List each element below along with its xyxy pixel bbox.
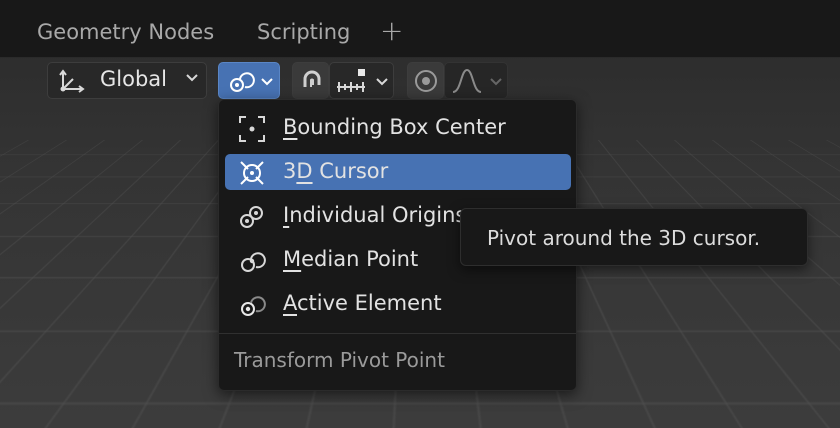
tab-scripting[interactable]: Scripting bbox=[257, 20, 350, 44]
3d-cursor-icon bbox=[240, 161, 264, 185]
add-workspace-button[interactable]: + bbox=[380, 14, 403, 47]
menu-item-label: edian Point bbox=[301, 247, 419, 271]
menu-item-label: ctive Element bbox=[297, 291, 442, 315]
menu-item-label: ndividual Origins bbox=[289, 203, 467, 227]
individual-origins-icon bbox=[240, 206, 263, 228]
menu-item-label-prefix: 3 bbox=[283, 159, 297, 183]
proportional-edit-icon bbox=[415, 70, 437, 92]
chevron-down-icon bbox=[185, 72, 199, 88]
menu-separator bbox=[219, 333, 576, 334]
snap-toggle[interactable] bbox=[292, 62, 329, 99]
mnemonic-letter: A bbox=[283, 291, 297, 315]
proportional-edit-toggle[interactable] bbox=[407, 62, 444, 99]
pivot-point-icon bbox=[230, 72, 255, 92]
menu-item-bounding-box-center[interactable]: Bounding Box Center bbox=[225, 110, 571, 146]
chevron-down-icon bbox=[376, 78, 388, 86]
falloff-curve-icon bbox=[452, 68, 482, 93]
menu-item-active-element[interactable]: Active Element bbox=[225, 286, 571, 322]
mnemonic-letter: M bbox=[283, 247, 302, 271]
median-point-icon bbox=[241, 252, 266, 272]
snap-target-dropdown[interactable] bbox=[329, 62, 394, 99]
tooltip: Pivot around the 3D cursor. bbox=[460, 208, 808, 266]
falloff-dropdown[interactable] bbox=[444, 62, 508, 99]
mnemonic-letter: D bbox=[296, 159, 313, 183]
orientation-label: Global bbox=[100, 67, 167, 91]
orientation-axes-icon bbox=[59, 69, 85, 93]
transform-orientation-dropdown[interactable]: Global bbox=[47, 62, 207, 99]
workspace-tab-bar: Geometry Nodes Scripting + bbox=[0, 0, 840, 58]
magnet-icon bbox=[303, 70, 321, 87]
menu-item-label: Cursor bbox=[312, 159, 389, 183]
mnemonic-letter: B bbox=[283, 115, 298, 139]
chevron-down-icon bbox=[261, 78, 273, 86]
menu-title: Transform Pivot Point bbox=[234, 348, 445, 372]
menu-item-3d-cursor[interactable]: 3D Cursor bbox=[225, 154, 571, 190]
menu-item-label: ounding Box Center bbox=[297, 115, 506, 139]
bounding-box-center-icon bbox=[239, 116, 265, 142]
chevron-down-icon bbox=[490, 78, 502, 86]
tab-geometry-nodes[interactable]: Geometry Nodes bbox=[37, 20, 214, 44]
active-element-icon bbox=[241, 296, 266, 316]
snap-increment-icon bbox=[337, 69, 365, 92]
pivot-point-dropdown[interactable] bbox=[218, 62, 280, 99]
tooltip-text: Pivot around the 3D cursor. bbox=[487, 226, 761, 250]
